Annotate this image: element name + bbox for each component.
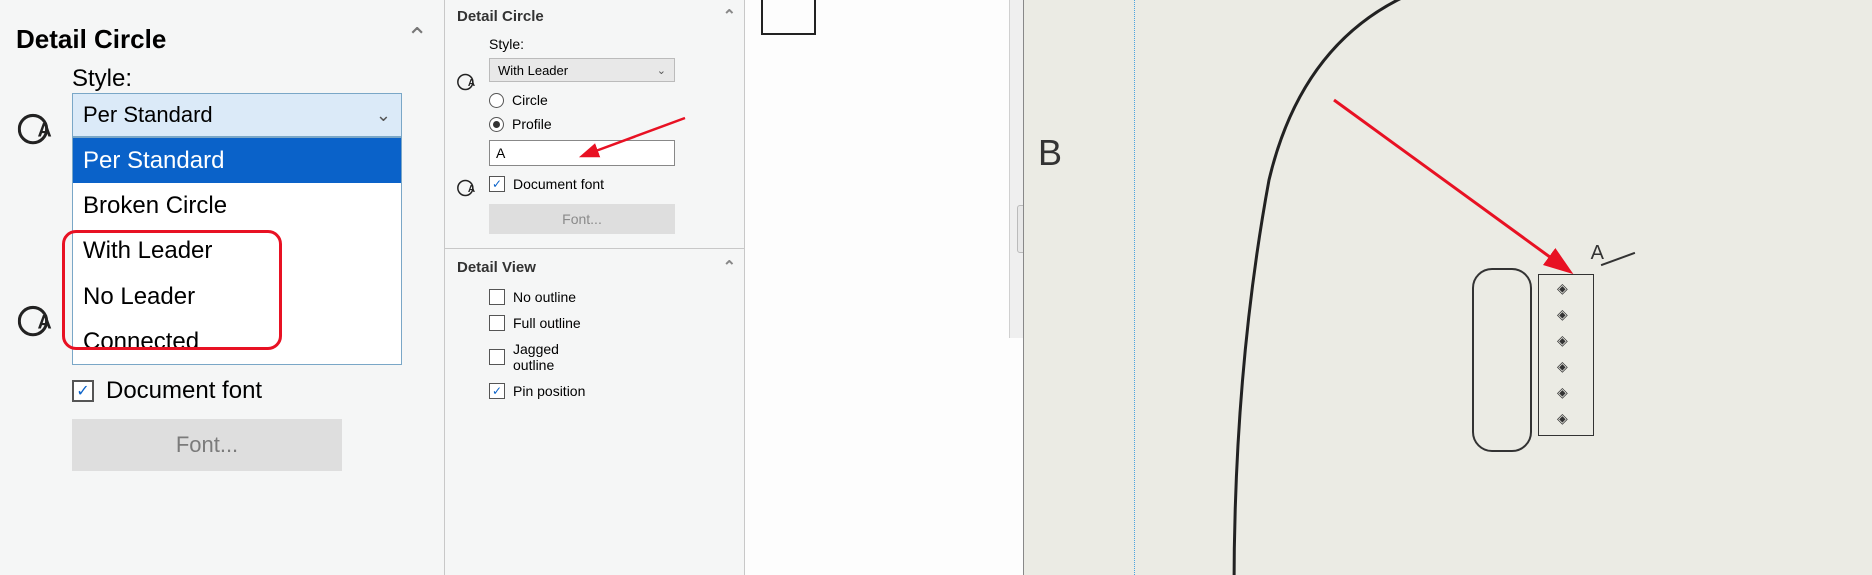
detail-name-icon: A [457, 178, 477, 202]
style-dropdown-list[interactable]: Per Standard Broken Circle With Leader N… [72, 137, 402, 365]
style-combo-value: With Leader [498, 63, 568, 78]
detail-circle-panel-large: Detail Circle ⌃ Style: A Per Standard ⌄ … [0, 0, 445, 575]
radio-profile-label: Profile [512, 116, 552, 132]
drawing-viewport[interactable]: B A [1023, 0, 1872, 575]
style-option-broken-circle[interactable]: Broken Circle [73, 183, 401, 228]
connector-feature [1538, 274, 1594, 436]
radio-circle-label: Circle [512, 92, 548, 108]
scrollbar[interactable] [1009, 0, 1023, 338]
document-font-checkbox[interactable]: ✓ [489, 176, 505, 192]
collapse-icon[interactable]: ⌃ [723, 6, 736, 26]
detail-view-header: Detail View [457, 259, 536, 276]
style-combo[interactable]: Per Standard ⌄ [72, 93, 402, 137]
annotation-arrow [575, 110, 695, 170]
radio-profile[interactable] [489, 117, 504, 132]
drawing-canvas-gap [745, 0, 1023, 575]
no-outline-checkbox[interactable] [489, 289, 505, 305]
detail-label-a: A [1591, 242, 1604, 265]
document-font-label: Document font [513, 176, 604, 192]
section-divider [445, 248, 748, 249]
style-label: Style: [455, 36, 738, 52]
pin-icon [1559, 387, 1573, 401]
detail-circle-header: Detail Circle [457, 8, 544, 25]
panel-header: Detail Circle [12, 10, 170, 65]
style-combo-value: Per Standard [83, 102, 213, 128]
style-option-connected[interactable]: Connected [73, 319, 401, 364]
collapse-icon[interactable]: ⌃ [723, 257, 736, 277]
svg-text:A: A [468, 184, 475, 195]
pin-icon [1559, 309, 1573, 323]
svg-text:A: A [468, 78, 475, 89]
style-option-with-leader[interactable]: With Leader [73, 228, 401, 273]
detail-view-options: No outline Full outline Jagged outline ✓… [489, 289, 738, 399]
detail-style-icon: A [457, 72, 477, 96]
radio-circle[interactable] [489, 93, 504, 108]
detail-style-icon: A [18, 111, 54, 155]
full-outline-label: Full outline [513, 315, 581, 331]
jagged-outline-label: Jagged outline [513, 341, 593, 373]
property-manager-panel: Detail Circle ⌃ Style: A With Leader ⌄ C… [445, 0, 745, 575]
detail-name-icon: A [18, 303, 54, 347]
pin-icon [1559, 361, 1573, 375]
collapse-icon[interactable]: ⌃ [406, 22, 434, 53]
document-font-checkbox[interactable]: ✓ [72, 380, 94, 402]
style-option-no-leader[interactable]: No Leader [73, 274, 401, 319]
detail-name-value: A [496, 145, 505, 161]
pin-position-label: Pin position [513, 383, 585, 399]
chevron-down-icon: ⌄ [376, 105, 391, 126]
construction-line [1134, 0, 1135, 575]
style-label: Style: [12, 65, 434, 93]
document-font-label: Document font [106, 377, 262, 405]
font-button[interactable]: Font... [489, 204, 675, 234]
chevron-down-icon: ⌄ [657, 64, 666, 77]
jagged-outline-checkbox[interactable] [489, 349, 505, 365]
font-button[interactable]: Font... [72, 419, 342, 471]
pin-position-checkbox[interactable]: ✓ [489, 383, 505, 399]
sheet-fragment [761, 0, 816, 35]
svg-text:A: A [38, 312, 52, 334]
style-combo[interactable]: With Leader ⌄ [489, 58, 675, 82]
svg-text:A: A [38, 120, 52, 142]
pin-icon [1559, 335, 1573, 349]
pin-icon [1559, 283, 1573, 297]
style-option-per-standard[interactable]: Per Standard [73, 138, 401, 183]
pin-icon [1559, 413, 1573, 427]
slot-feature [1472, 268, 1532, 452]
view-label-b: B [1038, 132, 1062, 174]
full-outline-checkbox[interactable] [489, 315, 505, 331]
no-outline-label: No outline [513, 289, 576, 305]
